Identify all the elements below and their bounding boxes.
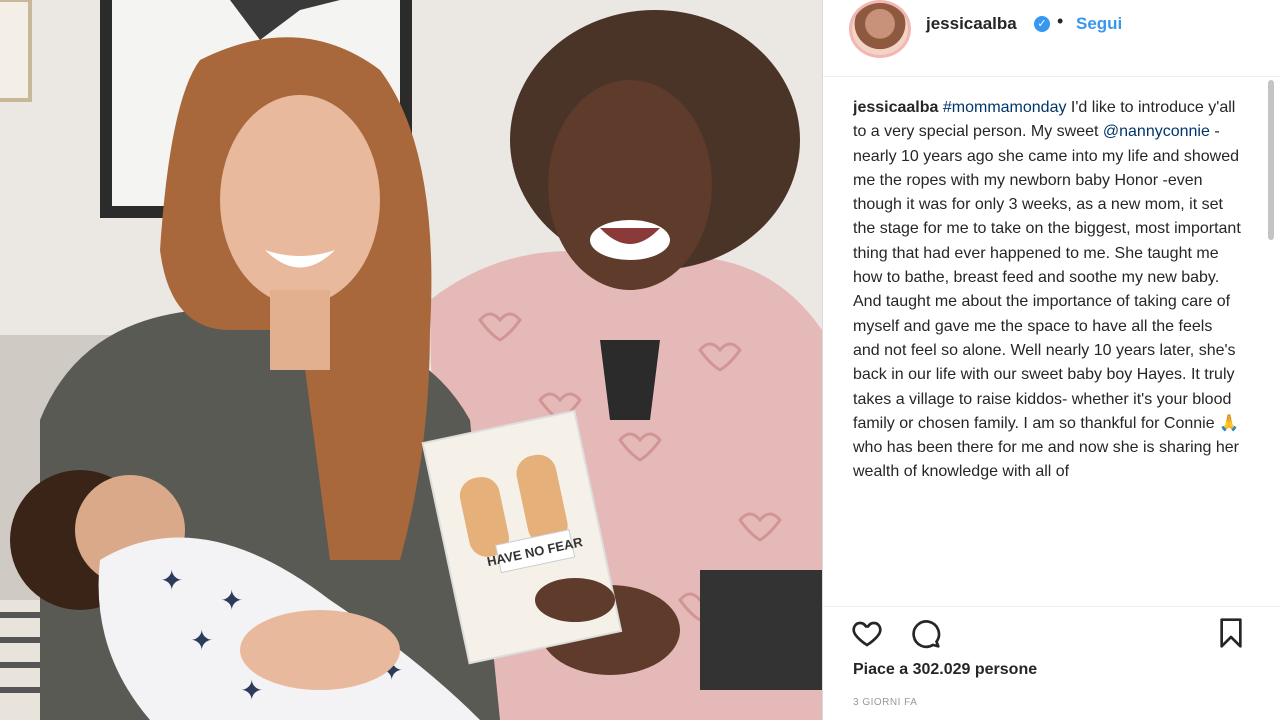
verified-check-icon: ✓ xyxy=(1034,16,1050,32)
photo-illustration: ✦ ✦ ✦ ✦ ✦ ✦ ✦ HAVE NO FEAR xyxy=(0,0,822,720)
svg-text:✦: ✦ xyxy=(240,675,263,706)
header-username[interactable]: jessicaalba xyxy=(926,14,1017,34)
post-timestamp: 3 GIORNI FA xyxy=(853,697,918,708)
pray-emoji: 🙏 xyxy=(1219,414,1239,432)
hashtag-link[interactable]: #mommamonday xyxy=(943,99,1067,116)
svg-text:✦: ✦ xyxy=(220,585,243,616)
caption-text: who has been there for me and now she is… xyxy=(853,439,1240,481)
avatar[interactable] xyxy=(849,0,911,58)
post-caption: jessicaalba #mommamonday I'd like to int… xyxy=(853,96,1243,606)
post-header: jessicaalba ✓ • Segui xyxy=(823,0,1280,77)
likes-count[interactable]: Piace a 302.029 persone xyxy=(853,661,1037,679)
scrollbar[interactable] xyxy=(1268,80,1274,240)
mention-link[interactable]: @nannyconnie xyxy=(1103,123,1210,140)
svg-text:✦: ✦ xyxy=(160,565,183,596)
post-photo[interactable]: ✦ ✦ ✦ ✦ ✦ ✦ ✦ HAVE NO FEAR xyxy=(0,0,822,720)
bookmark-icon[interactable] xyxy=(1215,617,1247,649)
heart-icon[interactable] xyxy=(851,617,883,649)
caption-username[interactable]: jessicaalba xyxy=(853,99,938,116)
separator: • xyxy=(1057,11,1064,31)
caption-text: -nearly 10 years ago she came into my li… xyxy=(853,123,1241,432)
follow-button[interactable]: Segui xyxy=(1076,14,1122,34)
post-actions: Piace a 302.029 persone 3 GIORNI FA xyxy=(823,606,1280,721)
svg-text:✦: ✦ xyxy=(190,625,213,656)
post-side-panel: jessicaalba ✓ • Segui jessicaalba #momma… xyxy=(823,0,1280,721)
comment-icon[interactable] xyxy=(909,617,941,649)
